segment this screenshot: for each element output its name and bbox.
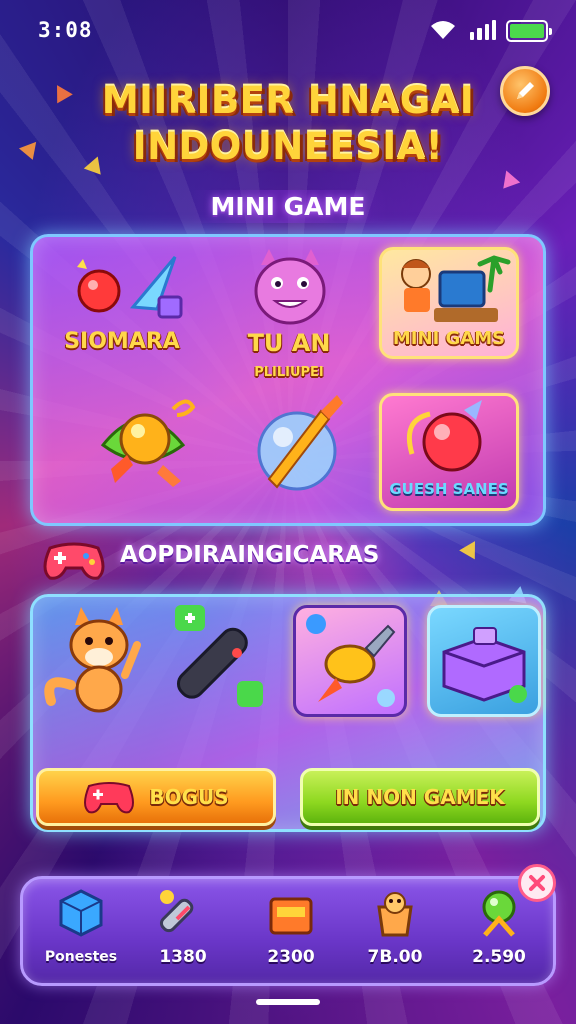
- rocket-orb-icon: [100, 399, 196, 487]
- secondary-heading-row: AOPDIRAINGICARAS: [40, 536, 540, 582]
- game-tile-mini-gams[interactable]: MINI GAMS: [379, 247, 519, 359]
- console-icon: [442, 627, 527, 703]
- bottom-item-value: Ponestes: [44, 949, 118, 965]
- basket-icon: [377, 892, 413, 937]
- kid-tv-icon: [401, 255, 511, 322]
- tile-label: SIOMARA: [64, 329, 180, 354]
- signal-icon: [470, 20, 496, 40]
- game-tile-siomara[interactable]: SIOMARA: [47, 245, 197, 375]
- game-tile-console[interactable]: [427, 605, 541, 717]
- crystal-ball-icon: [257, 395, 343, 491]
- pencil-icon: [517, 82, 534, 99]
- wifi-icon: [431, 21, 455, 39]
- edit-button[interactable]: [500, 66, 550, 116]
- title-line-2: INDOUNEESIA!: [132, 125, 444, 168]
- battery-icon: [506, 20, 552, 42]
- sparkle-decoration: [497, 167, 521, 189]
- close-icon: [529, 875, 545, 891]
- mini-game-heading: MINI GAME: [0, 190, 576, 223]
- game-tile-crystal-ball[interactable]: [233, 387, 363, 507]
- bonus-button-label: BOGUS: [149, 785, 229, 809]
- secondary-heading: AOPDIRAINGICARAS: [120, 542, 380, 568]
- bottom-item-value: 1380: [159, 947, 207, 967]
- game-tile-remote[interactable]: [163, 601, 283, 717]
- pink-monster-icon: [254, 249, 326, 325]
- tile-label: GUESH SANES: [389, 480, 509, 498]
- bottom-item-ponestes[interactable]: Ponestes: [33, 887, 129, 979]
- tile-sublabel: PLILIUPEI: [254, 365, 324, 380]
- status-time: 3:08: [38, 18, 93, 42]
- status-bar: 3:08: [0, 14, 576, 50]
- tile-label: TU AN: [247, 329, 331, 357]
- game-tile-tu-an[interactable]: TU AN PLILIUPEI: [219, 245, 359, 385]
- bomb-crystal-icon: [77, 256, 183, 319]
- page-title: MIIRIBER HNAGAI INDOUNEESIA!: [0, 78, 576, 170]
- bottom-item-value: 7B.00: [367, 947, 423, 967]
- rocket-icon: [306, 614, 396, 707]
- close-button[interactable]: [518, 864, 556, 902]
- mini-game-panel: SIOMARA TU AN PLILIUPEI MINI GAMS GUESH …: [30, 234, 546, 526]
- game-tile-guesh-sanes[interactable]: GUESH SANES: [379, 393, 519, 511]
- game-tile-rocket-orb[interactable]: [83, 385, 203, 505]
- bottom-item-1380[interactable]: 1380: [135, 887, 231, 979]
- chest-icon: [269, 897, 313, 935]
- title-line-1: MIIRIBER HNAGAI: [101, 79, 475, 122]
- tile-label: MINI GAMS: [392, 328, 506, 349]
- bottom-item-value: 2.590: [472, 947, 526, 967]
- win-button-label: IN NON GAMEK: [335, 785, 505, 809]
- bonus-button[interactable]: BOGUS: [36, 768, 276, 826]
- cylinder-icon: [159, 890, 194, 933]
- orb-icon: [482, 890, 516, 937]
- fox-icon: [44, 607, 141, 713]
- game-tile-rocket[interactable]: [293, 605, 407, 717]
- red-ball-icon: [406, 400, 482, 472]
- win-game-button[interactable]: IN NON GAMEK: [300, 768, 540, 826]
- game-tile-fox[interactable]: [41, 605, 161, 717]
- bottom-item-78[interactable]: 7B.00: [347, 887, 443, 979]
- bottom-resource-bar: Ponestes 1380 2300 7B.00 2.590: [20, 876, 556, 986]
- gamepad-icon: [84, 782, 135, 814]
- bottom-item-2300[interactable]: 2300: [243, 887, 339, 979]
- remote-icon: [175, 605, 263, 707]
- gamepad-icon: [43, 542, 105, 580]
- home-indicator[interactable]: [256, 999, 320, 1005]
- cube-icon: [59, 889, 103, 937]
- bottom-item-value: 2300: [267, 947, 315, 967]
